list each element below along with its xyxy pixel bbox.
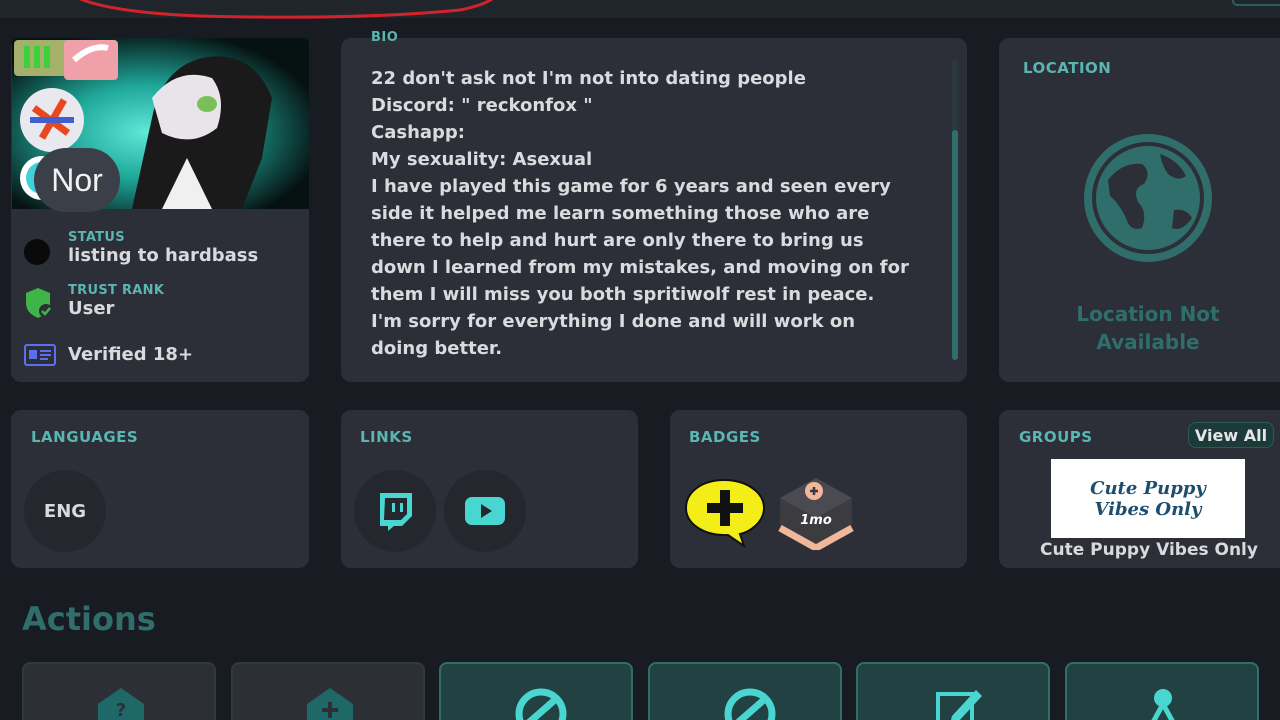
status-label: STATUS (68, 230, 125, 245)
language-eng-label: ENG (43, 500, 87, 522)
action-invite-button[interactable] (231, 662, 425, 720)
location-label: LOCATION (1023, 59, 1112, 77)
status-row: STATUS listing to hardbass (24, 231, 258, 267)
groups-label: GROUPS (1019, 428, 1093, 446)
language-eng[interactable]: ENG (24, 470, 106, 552)
top-right-button[interactable] (1232, 0, 1280, 6)
id-card-icon (24, 344, 56, 366)
action-block-button[interactable] (439, 662, 633, 720)
globe-icon (1084, 134, 1212, 262)
group-name[interactable]: Cute Puppy Vibes Only (1000, 540, 1280, 560)
location-unavailable-text: Location Not Available (1076, 302, 1220, 354)
plus-speech-badge-icon[interactable] (684, 478, 766, 548)
youtube-icon (465, 497, 505, 525)
avatar-initials-badge: Nor (34, 148, 120, 212)
shield-check-icon (26, 288, 53, 318)
envelope-plus-icon (307, 688, 353, 720)
bio-scrollbar-thumb[interactable] (952, 130, 958, 360)
share-icon (1151, 689, 1175, 720)
one-month-badge-icon[interactable]: 1mo (778, 476, 854, 550)
bio-scrollbar[interactable] (952, 60, 958, 360)
group-banner[interactable]: Cute Puppy Vibes Only (1051, 459, 1245, 538)
badges-label: BADGES (689, 428, 761, 446)
trust-rank-row: TRUST RANK User (24, 284, 164, 320)
bio-text: 22 don't ask not I'm not into dating peo… (371, 68, 909, 359)
edit-note-icon (936, 690, 982, 720)
links-label: LINKS (360, 428, 413, 446)
youtube-link[interactable] (444, 470, 526, 552)
group-banner-text: Cute Puppy Vibes Only (1090, 477, 1206, 520)
action-share-button[interactable] (1065, 662, 1259, 720)
verified-text: Verified 18+ (68, 344, 194, 365)
bio-label: BIO (371, 30, 399, 45)
twitch-icon (380, 493, 412, 531)
view-all-groups-button[interactable]: View All (1188, 422, 1274, 448)
status-dot-icon (24, 239, 50, 265)
action-edit-note-button[interactable] (856, 662, 1050, 720)
languages-label: LANGUAGES (31, 428, 139, 446)
red-annotation-scribble (78, 0, 494, 19)
envelope-question-icon: ? (98, 688, 144, 720)
action-request-invite-button[interactable]: ? (22, 662, 216, 720)
status-value: listing to hardbass (68, 245, 259, 266)
one-month-badge-text: 1mo (800, 513, 832, 528)
svg-text:?: ? (116, 700, 126, 720)
trust-rank-value: User (68, 298, 115, 319)
mute-icon (724, 688, 776, 720)
actions-title: Actions (22, 600, 156, 638)
twitch-link[interactable] (354, 470, 436, 552)
block-icon (515, 688, 567, 720)
trust-rank-label: TRUST RANK (68, 283, 165, 298)
verified-row: Verified 18+ (24, 344, 193, 366)
action-mute-button[interactable] (648, 662, 842, 720)
